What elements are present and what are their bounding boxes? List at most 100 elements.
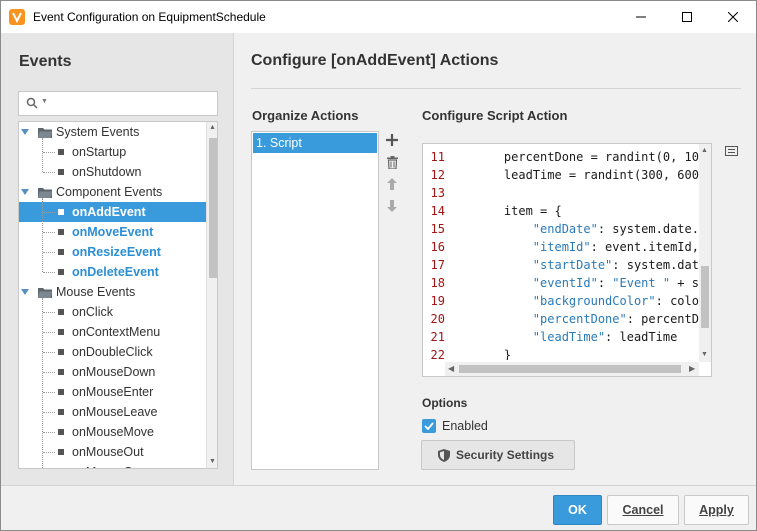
tree-item[interactable]: onDeleteEvent xyxy=(19,262,206,282)
apply-button[interactable]: Apply xyxy=(684,495,749,525)
tree-item-label: onMoveEvent xyxy=(72,225,154,239)
maximize-icon xyxy=(682,11,692,22)
code-line[interactable]: "leadTime": leadTime xyxy=(475,330,678,344)
move-action-down-button[interactable] xyxy=(385,199,399,213)
arrow-down-icon xyxy=(387,200,397,212)
expand-arrow-icon[interactable] xyxy=(21,289,29,295)
tree-connector xyxy=(43,312,55,313)
code-line[interactable]: leadTime = randint(300, 6000) xyxy=(475,168,699,182)
line-number: 14 xyxy=(430,204,445,218)
code-line[interactable]: "startDate": system.date.par xyxy=(475,258,699,272)
event-node-icon xyxy=(58,309,64,315)
event-search-box[interactable]: ▼ xyxy=(18,91,218,116)
ok-button[interactable]: OK xyxy=(553,495,602,525)
line-number: 11 xyxy=(430,150,445,164)
dialog-footer: OK Cancel Apply xyxy=(1,485,756,530)
line-number: 15 xyxy=(430,222,445,236)
tree-item-label: onMouseOver xyxy=(72,465,151,468)
code-token: : xyxy=(597,276,613,290)
editor-vscroll-thumb[interactable] xyxy=(701,266,709,328)
tree-group[interactable]: Component Events xyxy=(19,182,206,202)
tree-item[interactable]: onMouseEnter xyxy=(19,382,206,402)
scroll-down-icon[interactable]: ▼ xyxy=(701,351,708,358)
editor-hscroll-thumb[interactable] xyxy=(459,365,681,373)
code-line[interactable]: } xyxy=(475,348,511,360)
tree-connector xyxy=(42,138,43,172)
tree-scroll-thumb[interactable] xyxy=(209,138,217,278)
event-node-icon xyxy=(58,409,64,415)
tree-item[interactable]: onResizeEvent xyxy=(19,242,206,262)
editor-horizontal-scrollbar[interactable]: ◀ ▶ xyxy=(445,362,699,376)
folder-icon xyxy=(38,288,52,298)
tree-item[interactable]: onDoubleClick xyxy=(19,342,206,362)
code-token: + str(ra xyxy=(677,276,699,290)
action-item[interactable]: 1. Script xyxy=(253,133,377,153)
move-action-up-button[interactable] xyxy=(385,177,399,191)
code-line[interactable]: "percentDone": percentDone, xyxy=(475,312,699,326)
scroll-up-icon[interactable]: ▲ xyxy=(701,147,708,154)
tree-item[interactable]: onClick xyxy=(19,302,206,322)
line-number: 18 xyxy=(430,276,445,290)
code-area[interactable]: percentDone = randint(0, 100) leadTime =… xyxy=(475,144,699,360)
add-action-button[interactable] xyxy=(385,133,399,147)
event-tree[interactable]: System Events onStartup onShutdown Componen… xyxy=(18,121,218,469)
tree-item[interactable]: onMouseOver xyxy=(19,462,206,468)
tree-item[interactable]: onMouseLeave xyxy=(19,402,206,422)
maximize-button[interactable] xyxy=(664,1,710,32)
plus-icon xyxy=(386,134,398,146)
tree-item[interactable]: onMouseOut xyxy=(19,442,206,462)
tree-connector xyxy=(43,392,55,393)
event-node-icon xyxy=(58,349,64,355)
enabled-label[interactable]: Enabled xyxy=(442,419,488,433)
tree-item[interactable]: onAddEvent xyxy=(19,202,206,222)
tree-group[interactable]: System Events xyxy=(19,122,206,142)
options-title: Options xyxy=(422,396,468,410)
tree-item[interactable]: onStartup xyxy=(19,142,206,162)
cancel-button[interactable]: Cancel xyxy=(607,495,679,525)
event-node-icon xyxy=(58,329,64,335)
delete-action-button[interactable] xyxy=(385,155,399,169)
security-settings-button[interactable]: Security Settings xyxy=(421,440,575,470)
string-token: "leadTime" xyxy=(532,330,606,344)
event-search-input[interactable] xyxy=(51,95,211,112)
tree-item[interactable]: onMouseMove xyxy=(19,422,206,442)
expand-arrow-icon[interactable] xyxy=(21,189,29,195)
expand-arrow-icon[interactable] xyxy=(21,129,29,135)
scroll-left-icon[interactable]: ◀ xyxy=(448,364,454,373)
title-bar[interactable]: Event Configuration on EquipmentSchedule xyxy=(1,1,756,33)
script-editor[interactable]: 11 12 13 14 15 16 17 18 19 20 21 22 percentDone = r… xyxy=(422,143,712,377)
minimize-button[interactable] xyxy=(618,1,664,32)
tree-item-label: onMouseEnter xyxy=(72,385,154,399)
minimize-icon xyxy=(636,16,646,17)
enabled-checkbox[interactable] xyxy=(422,419,436,433)
close-button[interactable] xyxy=(710,1,756,32)
search-options-icon[interactable]: ▼ xyxy=(41,98,48,105)
tree-item[interactable]: onContextMenu xyxy=(19,322,206,342)
tree-item-label: onResizeEvent xyxy=(72,245,161,259)
tree-item[interactable]: onShutdown xyxy=(19,162,206,182)
code-line[interactable]: "itemId": event.itemId, xyxy=(475,240,699,254)
tree-item[interactable]: onMoveEvent xyxy=(19,222,206,242)
code-line[interactable]: percentDone = randint(0, 100) xyxy=(475,150,699,164)
page-title: Configure [onAddEvent] Actions xyxy=(251,52,499,69)
editor-vertical-scrollbar[interactable]: ▲ ▼ xyxy=(699,144,711,362)
event-node-icon xyxy=(58,429,64,435)
code-token: : system.date.par xyxy=(612,258,699,272)
tree-scrollbar[interactable]: ▲ ▼ xyxy=(206,122,217,468)
tree-item-label: onMouseDown xyxy=(72,365,156,379)
tree-item[interactable]: onMouseDown xyxy=(19,362,206,382)
scroll-up-icon[interactable]: ▲ xyxy=(209,124,216,131)
event-node-icon xyxy=(58,149,64,155)
code-line[interactable]: item = { xyxy=(475,204,562,218)
action-list[interactable]: 1. Script xyxy=(251,131,379,470)
scroll-right-icon[interactable]: ▶ xyxy=(689,364,695,373)
tree-item-label: onMouseOut xyxy=(72,445,144,459)
code-line[interactable]: "endDate": system.date.parse xyxy=(475,222,699,236)
event-node-icon xyxy=(58,229,64,235)
code-line[interactable]: "eventId": "Event " + str(ra xyxy=(475,276,699,290)
editor-menu-button[interactable] xyxy=(725,145,738,159)
scroll-down-icon[interactable]: ▼ xyxy=(209,458,216,465)
tree-group[interactable]: Mouse Events xyxy=(19,282,206,302)
code-line[interactable]: "backgroundColor": color, xyxy=(475,294,699,308)
